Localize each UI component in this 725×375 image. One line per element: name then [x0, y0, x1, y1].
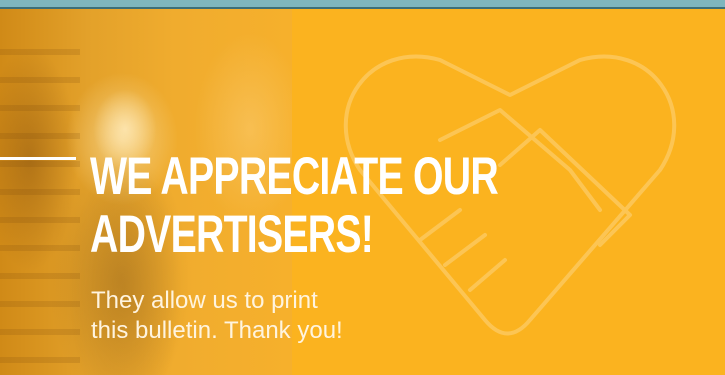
- headline-line-2: ADVERTISERS!: [90, 205, 374, 264]
- top-border: [0, 0, 725, 9]
- subtext-line-2: this bulletin. Thank you!: [91, 317, 343, 344]
- subtext: They allow us to print this bulletin. Th…: [91, 286, 343, 346]
- advertiser-appreciation-banner: WE APPRECIATE OUR ADVERTISERS! They allo…: [0, 0, 725, 375]
- accent-line: [0, 157, 76, 160]
- subtext-line-1: They allow us to print: [91, 287, 318, 314]
- headline: WE APPRECIATE OUR ADVERTISERS!: [90, 147, 499, 264]
- headline-line-1: WE APPRECIATE OUR: [90, 147, 499, 206]
